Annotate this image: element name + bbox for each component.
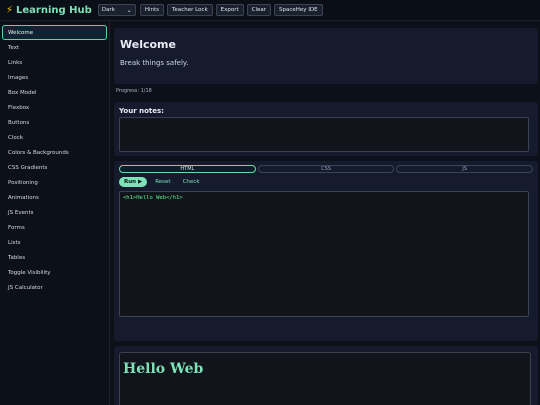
sidebar-item-forms[interactable]: Forms (2, 220, 107, 235)
progress-text: Progress: 1/18 (116, 88, 152, 94)
sidebar-item-buttons[interactable]: Buttons (2, 115, 107, 130)
main-content: Welcome Break things safely. Progress: 1… (114, 22, 540, 405)
sidebar: Welcome Text Links Images Box Model Flex… (0, 22, 110, 405)
sidebar-item-colors-backgrounds[interactable]: Colors & Backgrounds (2, 145, 107, 160)
run-button[interactable]: Run ▶ (119, 177, 148, 187)
lesson-card: Welcome Break things safely. (114, 28, 538, 84)
spacehey-ide-button[interactable]: SpaceHey IDE (274, 4, 323, 16)
sidebar-item-links[interactable]: Links (2, 55, 107, 70)
preview-frame: Hello Web (119, 352, 531, 405)
sidebar-item-box-model[interactable]: Box Model (2, 85, 107, 100)
export-button[interactable]: Export (215, 4, 244, 16)
code-textarea[interactable]: <h1>Hello Web</h1> (119, 191, 529, 317)
teacher-lock-button[interactable]: Teacher Lock (167, 4, 213, 16)
lesson-subtitle: Break things safely. (120, 59, 189, 67)
sidebar-item-js-calculator[interactable]: JS Calculator (2, 280, 107, 295)
sidebar-item-animations[interactable]: Animations (2, 190, 107, 205)
lightning-bolt-icon: ⚡ (6, 4, 14, 16)
tab-js[interactable]: JS (396, 165, 534, 173)
sidebar-item-clock[interactable]: Clock (2, 130, 107, 145)
notes-card: Your notes: (114, 102, 538, 156)
tab-css[interactable]: CSS (257, 165, 395, 173)
sidebar-item-tables[interactable]: Tables (2, 250, 107, 265)
preview-heading: Hello Web (123, 361, 204, 377)
editor-tabs: HTML CSS JS (119, 165, 534, 173)
reset-button[interactable]: Reset (155, 179, 170, 185)
app-header: ⚡ Learning Hub Dark ⌄ Hints Teacher Lock… (0, 0, 540, 21)
sidebar-item-toggle-visibility[interactable]: Toggle Visibility (2, 265, 107, 280)
sidebar-item-positioning[interactable]: Positioning (2, 175, 107, 190)
lesson-title: Welcome (120, 38, 176, 51)
code-editor-card: HTML CSS JS Run ▶ Reset Check <h1>Hello … (114, 161, 538, 341)
theme-select-value: Dark (101, 7, 115, 13)
sidebar-item-images[interactable]: Images (2, 70, 107, 85)
hints-button[interactable]: Hints (139, 4, 164, 16)
notes-textarea[interactable] (119, 117, 529, 152)
chevron-down-icon: ⌄ (126, 6, 132, 14)
tab-html[interactable]: HTML (119, 165, 256, 173)
sidebar-item-js-events[interactable]: JS Events (2, 205, 107, 220)
sidebar-item-text[interactable]: Text (2, 40, 107, 55)
notes-label: Your notes: (119, 107, 164, 115)
clear-button[interactable]: Clear (246, 4, 272, 16)
sidebar-item-lists[interactable]: Lists (2, 235, 107, 250)
check-button[interactable]: Check (183, 179, 200, 185)
sidebar-item-welcome[interactable]: Welcome (2, 25, 107, 40)
sidebar-item-css-gradients[interactable]: CSS Gradients (2, 160, 107, 175)
sidebar-item-flexbox[interactable]: Flexbox (2, 100, 107, 115)
theme-select[interactable]: Dark ⌄ (97, 4, 136, 16)
brand: ⚡ Learning Hub (6, 5, 92, 16)
editor-actions: Run ▶ Reset Check (119, 177, 533, 187)
brand-title: Learning Hub (16, 4, 92, 16)
preview-card: Hello Web (114, 346, 538, 405)
